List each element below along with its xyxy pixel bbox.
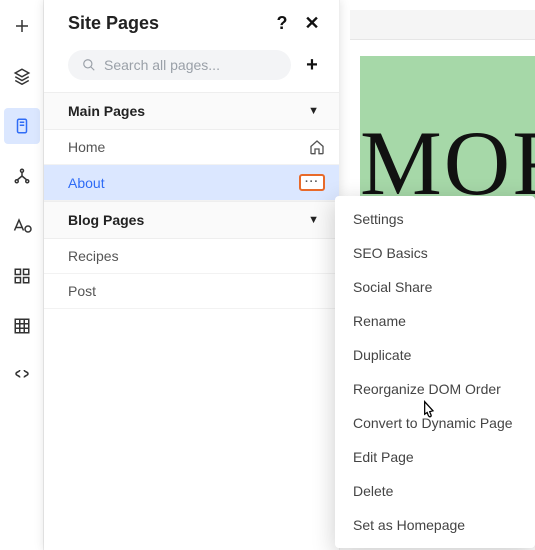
section-title: Main Pages <box>68 103 145 119</box>
site-pages-panel: Site Pages ? ✕ + Main Pages ▼ Home <box>44 0 340 550</box>
rail-connections[interactable] <box>4 158 40 194</box>
page-label: Post <box>68 283 96 299</box>
menu-seo-basics[interactable]: SEO Basics <box>335 236 535 270</box>
rail-grid[interactable] <box>4 308 40 344</box>
plus-icon: + <box>306 54 318 77</box>
menu-edit-page[interactable]: Edit Page <box>335 440 535 474</box>
menu-delete[interactable]: Delete <box>335 474 535 508</box>
page-label: Home <box>68 139 105 155</box>
menu-settings[interactable]: Settings <box>335 202 535 236</box>
panel-title: Site Pages <box>68 13 263 34</box>
grid-icon <box>13 317 31 335</box>
section-title: Blog Pages <box>68 212 144 228</box>
page-actions-button[interactable]: ··· <box>299 174 325 191</box>
menu-convert-dynamic[interactable]: Convert to Dynamic Page <box>335 406 535 440</box>
rail-pages[interactable] <box>4 108 40 144</box>
chevron-down-icon: ▼ <box>308 105 319 117</box>
page-context-menu: Settings SEO Basics Social Share Rename … <box>335 196 535 548</box>
rail-apps[interactable] <box>4 258 40 294</box>
add-page-button[interactable]: + <box>301 54 323 76</box>
left-rail <box>0 0 44 550</box>
page-row-recipes[interactable]: Recipes <box>44 239 339 274</box>
chevron-down-icon: ▼ <box>308 214 319 226</box>
app-root: Site Pages ? ✕ + Main Pages ▼ Home <box>0 0 535 550</box>
rail-add[interactable] <box>4 8 40 44</box>
page-label: Recipes <box>68 248 119 264</box>
rail-code[interactable] <box>4 358 40 394</box>
menu-duplicate[interactable]: Duplicate <box>335 338 535 372</box>
styles-icon <box>12 217 32 235</box>
page-row-home[interactable]: Home <box>44 130 339 165</box>
code-icon <box>13 367 31 385</box>
section-blog-pages[interactable]: Blog Pages ▼ <box>44 201 339 239</box>
menu-rename[interactable]: Rename <box>335 304 535 338</box>
menu-reorganize-dom[interactable]: Reorganize DOM Order <box>335 372 535 406</box>
more-icon: ··· <box>299 174 325 191</box>
search-input[interactable] <box>104 57 277 73</box>
search-box[interactable] <box>68 50 291 80</box>
search-icon <box>82 58 96 72</box>
search-row: + <box>44 42 339 92</box>
rail-layers[interactable] <box>4 58 40 94</box>
panel-header: Site Pages ? ✕ <box>44 0 339 42</box>
section-main-pages[interactable]: Main Pages ▼ <box>44 92 339 130</box>
apps-icon <box>13 267 31 285</box>
page-row-about[interactable]: About ··· <box>44 165 339 201</box>
pages-icon <box>13 117 31 135</box>
rail-styles[interactable] <box>4 208 40 244</box>
page-label: About <box>68 175 105 191</box>
connections-icon <box>13 167 31 185</box>
close-panel-button[interactable]: ✕ <box>301 12 323 34</box>
help-icon: ? <box>277 13 288 34</box>
add-icon <box>13 17 31 35</box>
close-icon: ✕ <box>304 13 319 34</box>
home-icon <box>309 139 325 155</box>
menu-set-homepage[interactable]: Set as Homepage <box>335 508 535 542</box>
help-button[interactable]: ? <box>271 12 293 34</box>
layers-icon <box>13 67 31 85</box>
canvas-topbar <box>350 10 535 40</box>
menu-social-share[interactable]: Social Share <box>335 270 535 304</box>
page-row-post[interactable]: Post <box>44 274 339 309</box>
